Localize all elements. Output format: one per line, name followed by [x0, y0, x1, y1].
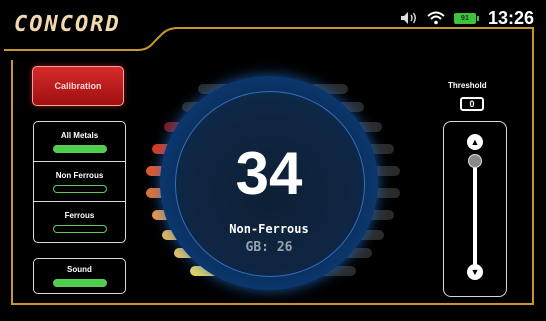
clock: 13:26	[487, 7, 534, 28]
mode-non-ferrous-button[interactable]: Non Ferrous	[34, 162, 125, 201]
sound-indicator	[52, 279, 107, 287]
calibration-label: Calibration	[54, 81, 102, 91]
threshold-label: Threshold	[448, 81, 487, 90]
mode-label: Non Ferrous	[55, 170, 104, 180]
sound-label: Sound	[67, 265, 92, 274]
threshold-track[interactable]	[473, 160, 477, 268]
threshold-value-box: 0	[460, 97, 484, 111]
target-mode-text: Non-Ferrous	[229, 222, 309, 236]
chevron-down-icon[interactable]: ▼	[467, 264, 483, 280]
mode-selector: All Metals Non Ferrous Ferrous	[33, 121, 126, 243]
threshold-slider-panel: ▲ ▼	[443, 121, 507, 297]
status-bar: 91 13:26	[400, 7, 534, 29]
mode-all-metals-button[interactable]: All Metals	[34, 122, 125, 161]
target-id-value: 34	[235, 140, 303, 207]
threshold-value: 0	[469, 99, 475, 109]
threshold-slider-handle[interactable]	[468, 154, 482, 168]
battery-icon: 91	[453, 12, 479, 24]
calibration-button[interactable]: Calibration	[32, 66, 124, 106]
mode-indicator	[52, 144, 107, 153]
mode-indicator	[52, 184, 107, 193]
wifi-icon	[427, 11, 445, 25]
mode-ferrous-button[interactable]: Ferrous	[34, 202, 125, 241]
mode-indicator	[52, 224, 107, 233]
brand-logo: CONCORD	[14, 12, 121, 37]
chevron-up-icon[interactable]: ▲	[467, 134, 483, 150]
target-id-gauge: 34 Non-Ferrous GB: 26	[160, 76, 378, 290]
sound-button[interactable]: Sound	[33, 258, 126, 294]
mode-label: All Metals	[60, 130, 99, 140]
battery-level: 91	[453, 12, 476, 24]
mode-label: Ferrous	[64, 210, 95, 220]
ground-balance-text: GB: 26	[245, 240, 293, 255]
speaker-icon	[400, 12, 416, 24]
